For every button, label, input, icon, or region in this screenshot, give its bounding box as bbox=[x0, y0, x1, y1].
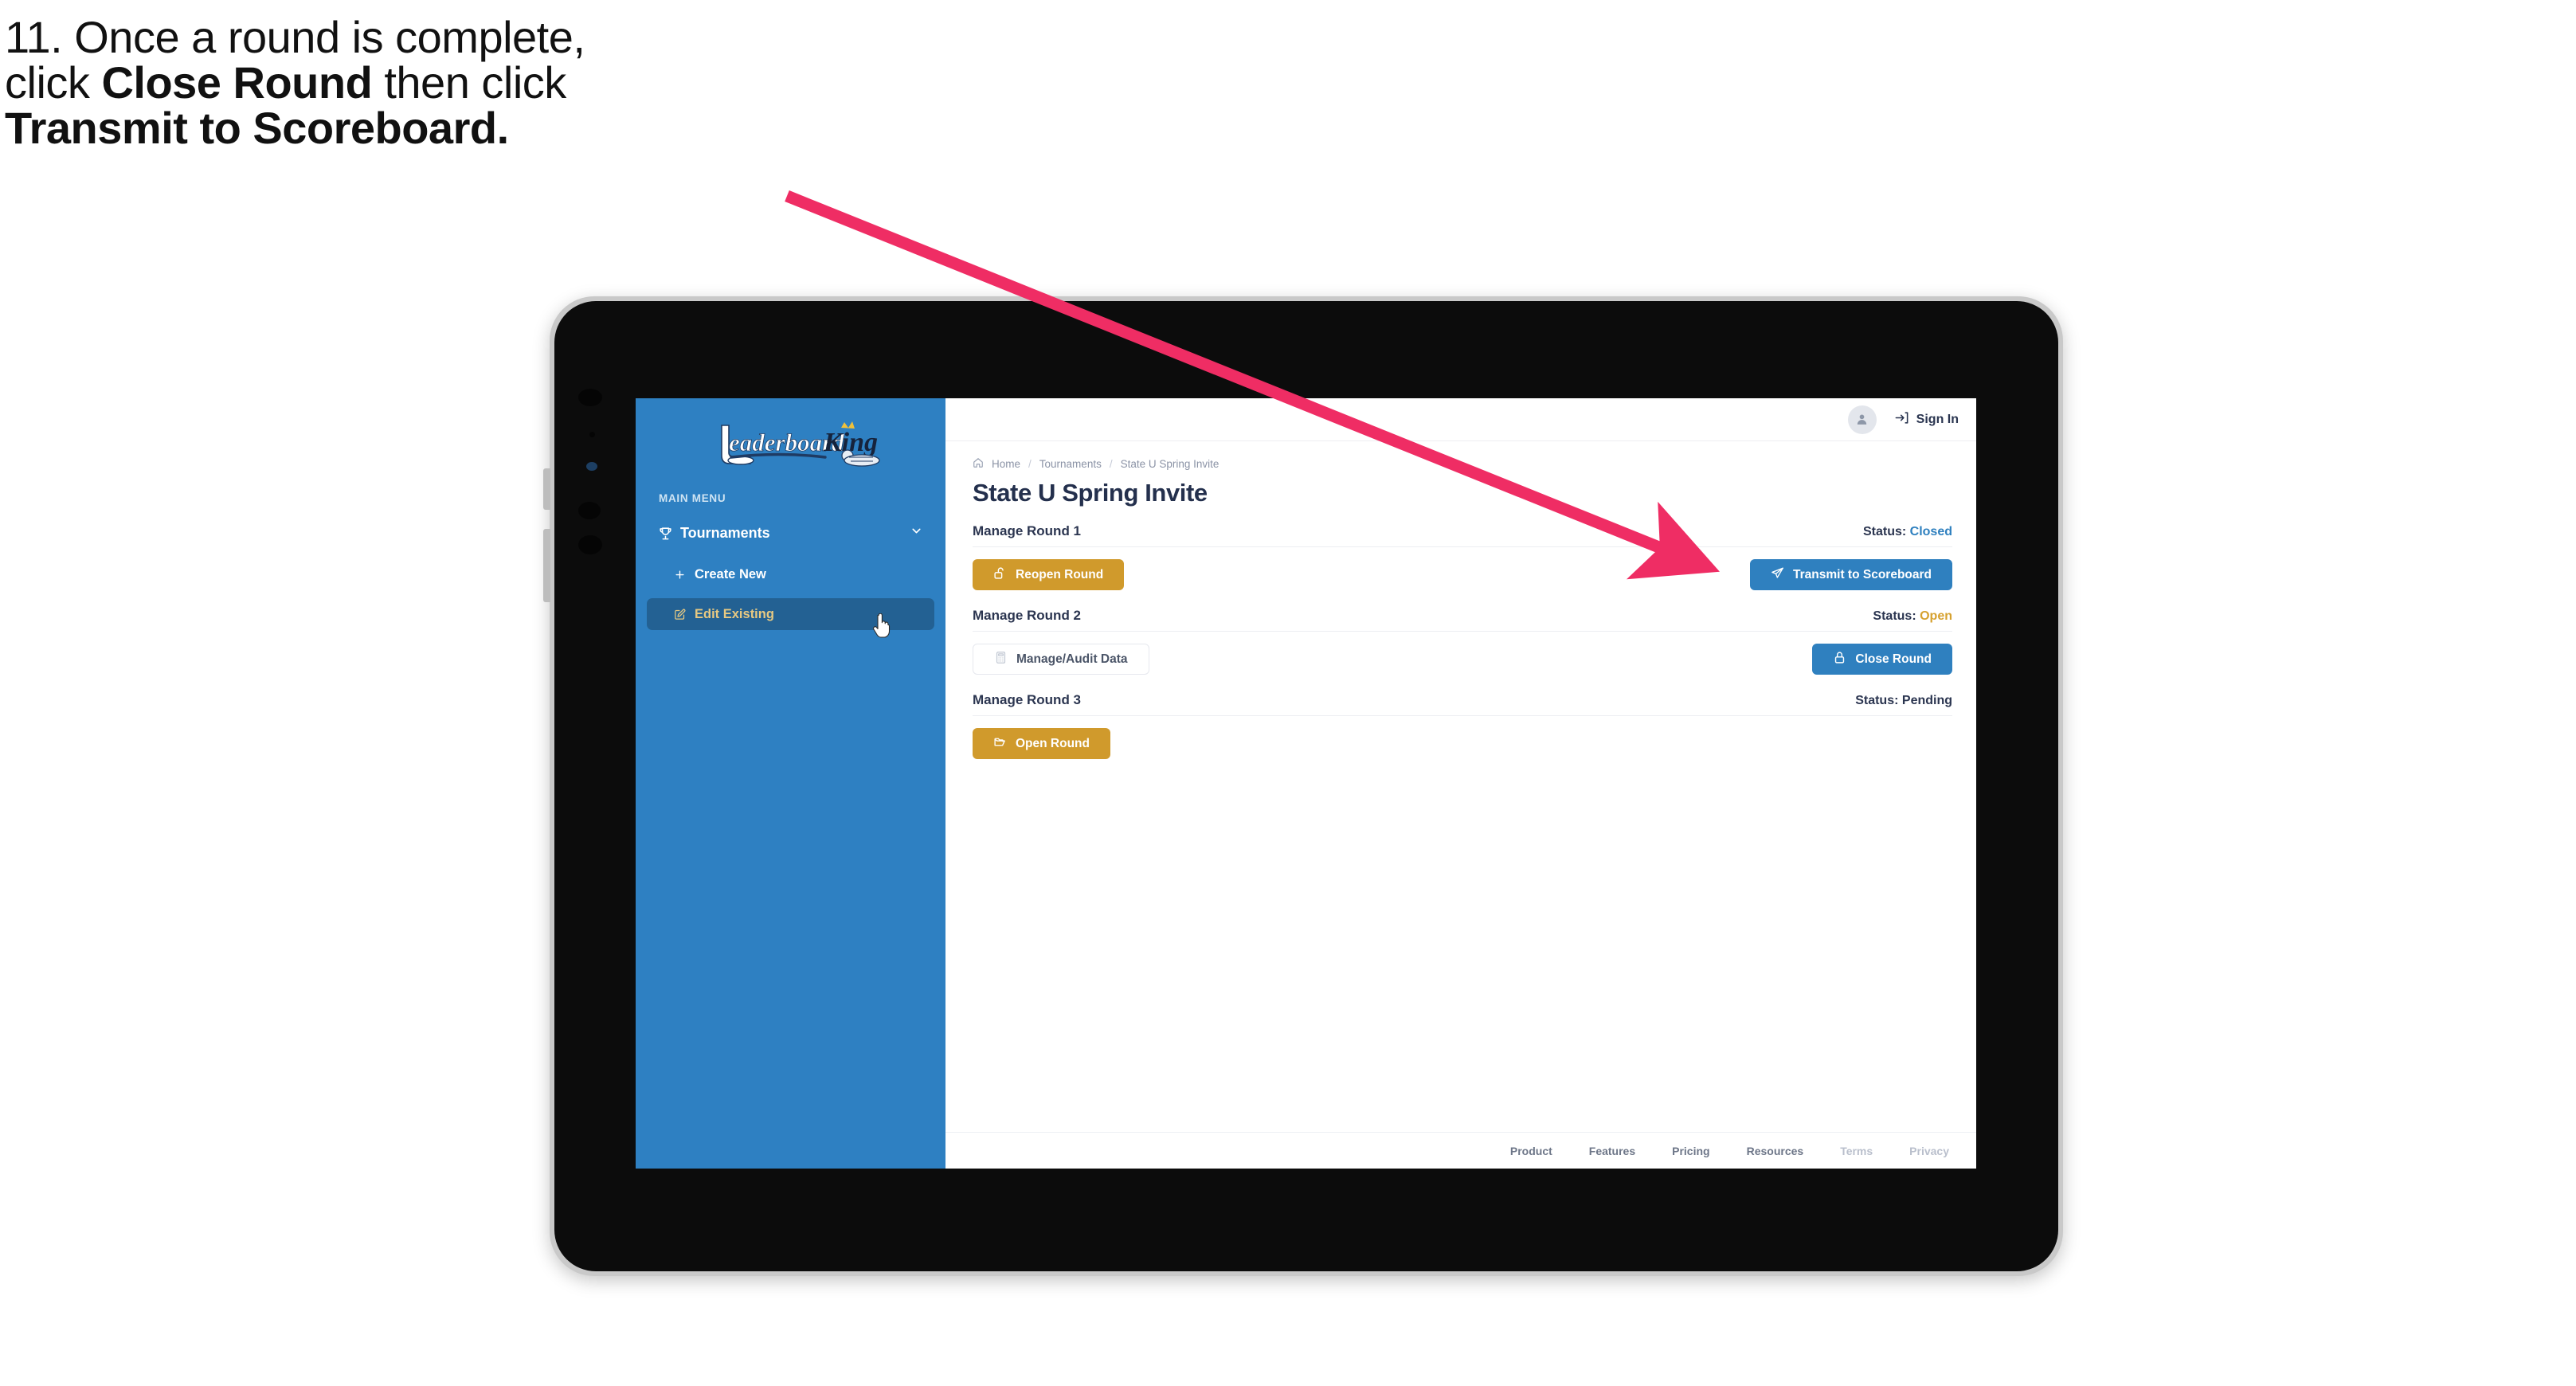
sidebar-item-tournaments[interactable]: Tournaments bbox=[647, 515, 934, 550]
main-content: Sign In Home / Tournaments / State U Spr… bbox=[945, 398, 1976, 1169]
caption-close-round-emphasis: Close Round bbox=[101, 57, 373, 108]
tablet-screen: eaderboard King MAIN MENU Tournaments Cr… bbox=[636, 398, 1976, 1169]
round-3-title: Manage Round 3 bbox=[973, 692, 1082, 707]
caption-line-2: click Close Round then click bbox=[5, 60, 849, 105]
folder-open-icon bbox=[993, 735, 1007, 753]
breadcrumb-separator: / bbox=[1109, 458, 1113, 470]
round-2-header: Manage Round 2 Status: Open bbox=[973, 608, 1952, 632]
screenshot-root: 11. Once a round is complete, click Clos… bbox=[0, 0, 2576, 1386]
footer-link-product[interactable]: Product bbox=[1510, 1145, 1552, 1157]
round-section-2: Manage Round 2 Status: Open Manage/Audit… bbox=[973, 608, 1952, 675]
round-2-actions: Manage/Audit Data Close Round bbox=[973, 644, 1952, 675]
sidebar-item-create-new-label: Create New bbox=[695, 566, 766, 581]
footer-link-pricing[interactable]: Pricing bbox=[1672, 1145, 1709, 1157]
round-1-status-value: Closed bbox=[1909, 525, 1952, 538]
round-1-header: Manage Round 1 Status: Closed bbox=[973, 523, 1952, 547]
round-section-1: Manage Round 1 Status: Closed Reopen Rou… bbox=[973, 523, 1952, 590]
edit-square-icon bbox=[674, 609, 695, 621]
tablet-bezel-mark-one bbox=[578, 502, 601, 519]
round-2-status-label: Status: bbox=[1873, 609, 1916, 623]
sidebar-item-edit-existing[interactable]: Edit Existing bbox=[647, 598, 934, 630]
manage-audit-data-label: Manage/Audit Data bbox=[1016, 652, 1128, 666]
tablet-indicator-led-icon bbox=[586, 462, 597, 471]
caption-line-1: 11. Once a round is complete, bbox=[5, 12, 585, 62]
round-1-status-label: Status: bbox=[1862, 525, 1907, 538]
breadcrumb-separator: / bbox=[1028, 458, 1032, 470]
plus-icon bbox=[674, 569, 695, 581]
leaderboard-king-logo-icon: eaderboard King bbox=[720, 421, 880, 467]
round-3-status-value: Pending bbox=[1901, 694, 1952, 707]
page-content: Home / Tournaments / State U Spring Invi… bbox=[945, 441, 1976, 1132]
tablet-bezel-mark-two bbox=[578, 535, 602, 554]
app-logo[interactable]: eaderboard King bbox=[636, 398, 945, 472]
top-bar: Sign In bbox=[945, 398, 1976, 441]
footer-link-privacy[interactable]: Privacy bbox=[1909, 1145, 1949, 1157]
open-round-button[interactable]: Open Round bbox=[973, 728, 1110, 759]
round-1-actions: Reopen Round Transmit to Scoreboard bbox=[973, 559, 1952, 590]
breadcrumb: Home / Tournaments / State U Spring Invi… bbox=[973, 457, 1952, 471]
tablet-volume-button[interactable] bbox=[543, 468, 550, 510]
round-2-title: Manage Round 2 bbox=[973, 608, 1082, 623]
caption-line-2-pre: click bbox=[5, 57, 102, 108]
sign-in-button[interactable]: Sign In bbox=[1894, 410, 1959, 429]
breadcrumb-item-home[interactable]: Home bbox=[992, 458, 1020, 470]
paper-plane-icon bbox=[1771, 566, 1784, 584]
sidebar-item-create-new[interactable]: Create New bbox=[647, 558, 934, 590]
round-2-status: Status: Open bbox=[1873, 609, 1952, 624]
transmit-to-scoreboard-button[interactable]: Transmit to Scoreboard bbox=[1750, 559, 1952, 590]
round-2-status-value: Open bbox=[1920, 609, 1952, 623]
caption-transmit-emphasis: Transmit to Scoreboard. bbox=[5, 103, 509, 154]
lock-icon bbox=[1833, 651, 1846, 668]
chevron-down-icon[interactable] bbox=[910, 524, 923, 542]
footer-link-features[interactable]: Features bbox=[1589, 1145, 1635, 1157]
round-3-status-label: Status: bbox=[1855, 694, 1899, 707]
footer-link-resources[interactable]: Resources bbox=[1747, 1145, 1804, 1157]
breadcrumb-item-tournaments[interactable]: Tournaments bbox=[1039, 458, 1102, 470]
tablet-sensor-icon bbox=[589, 432, 595, 437]
round-section-3: Manage Round 3 Status: Pending Open Roun… bbox=[973, 692, 1952, 759]
caption-line-3: Transmit to Scoreboard. bbox=[5, 105, 849, 151]
sidebar: eaderboard King MAIN MENU Tournaments Cr… bbox=[636, 398, 945, 1169]
caption-line-2-post: then click bbox=[372, 57, 566, 108]
open-round-label: Open Round bbox=[1016, 736, 1090, 750]
sidebar-item-edit-existing-label: Edit Existing bbox=[695, 606, 774, 621]
footer-link-terms[interactable]: Terms bbox=[1840, 1145, 1873, 1157]
sidebar-item-tournaments-label: Tournaments bbox=[680, 524, 770, 541]
close-round-label: Close Round bbox=[1855, 652, 1932, 666]
footer: Product Features Pricing Resources Terms… bbox=[945, 1132, 1976, 1169]
round-3-actions: Open Round bbox=[973, 728, 1952, 759]
round-1-title: Manage Round 1 bbox=[973, 523, 1082, 538]
transmit-to-scoreboard-label: Transmit to Scoreboard bbox=[1793, 567, 1932, 581]
instruction-caption: 11. Once a round is complete, click Clos… bbox=[5, 14, 849, 151]
tablet-camera-icon bbox=[578, 389, 602, 406]
close-round-button[interactable]: Close Round bbox=[1812, 644, 1952, 675]
home-icon[interactable] bbox=[973, 457, 984, 471]
breadcrumb-item-current: State U Spring Invite bbox=[1120, 458, 1219, 470]
page-title: State U Spring Invite bbox=[973, 479, 1208, 507]
spreadsheet-icon bbox=[994, 651, 1008, 668]
round-3-status: Status: Pending bbox=[1855, 694, 1952, 708]
unlock-icon bbox=[993, 566, 1007, 584]
reopen-round-button[interactable]: Reopen Round bbox=[973, 559, 1125, 590]
tablet-power-button[interactable] bbox=[543, 529, 550, 602]
user-avatar-icon[interactable] bbox=[1847, 405, 1877, 434]
sign-in-label: Sign In bbox=[1916, 412, 1959, 426]
trophy-icon bbox=[658, 526, 680, 541]
round-1-status: Status: Closed bbox=[1863, 525, 1952, 539]
sign-in-arrow-icon bbox=[1894, 410, 1909, 429]
round-3-header: Manage Round 3 Status: Pending bbox=[973, 692, 1952, 716]
reopen-round-label: Reopen Round bbox=[1016, 567, 1104, 581]
manage-audit-data-button[interactable]: Manage/Audit Data bbox=[973, 644, 1149, 675]
sidebar-section-label: MAIN MENU bbox=[659, 492, 726, 504]
